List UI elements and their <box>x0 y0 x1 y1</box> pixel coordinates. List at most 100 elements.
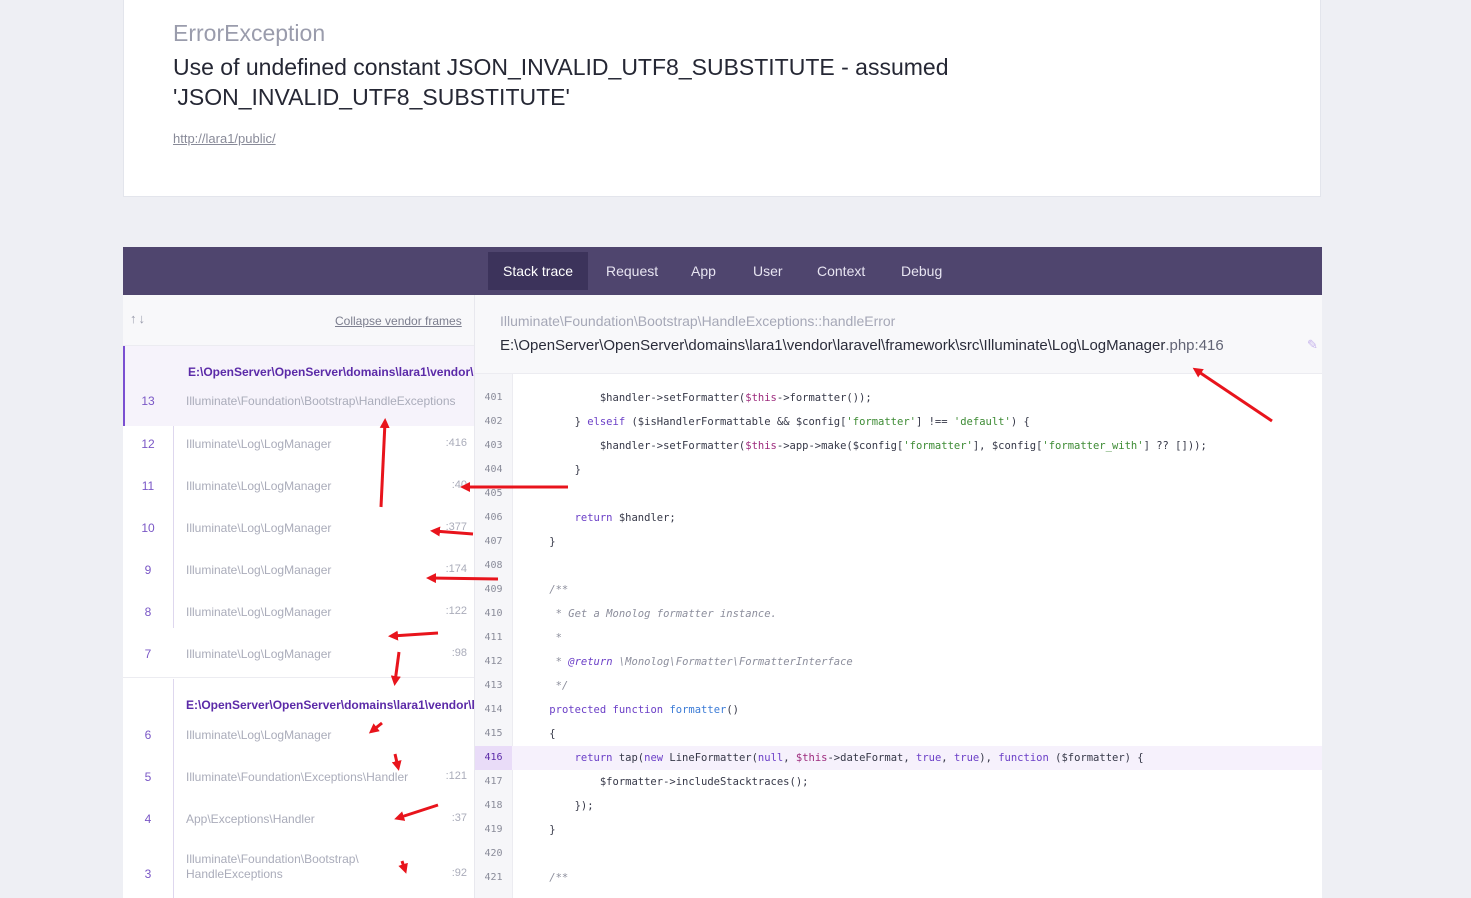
frame-number: 5 <box>144 770 152 784</box>
tab-app[interactable]: App <box>676 252 731 290</box>
line-number: 405 <box>484 488 503 499</box>
code-line: 410 * Get a Monolog formatter instance. <box>475 602 1322 626</box>
code-text: $handler->setFormatter($this->app->make(… <box>524 440 1207 452</box>
frame-group-path: E:\OpenServer\OpenServer\domains\lara1\v… <box>188 365 474 379</box>
tab-stack-trace[interactable]: Stack trace <box>488 252 589 290</box>
code-text: /** <box>524 872 569 884</box>
code-line: 414 protected function formatter() <box>475 698 1322 722</box>
code-text: /** <box>524 584 569 596</box>
tab-user[interactable]: User <box>738 252 798 290</box>
code-line: 421 /** <box>475 866 1322 890</box>
frame-class: Illuminate\Log\LogManager <box>186 521 332 535</box>
code-line: 418 }); <box>475 794 1322 818</box>
line-number: 416 <box>475 746 512 770</box>
line-number: 413 <box>484 680 503 691</box>
code-line: 407 } <box>475 530 1322 554</box>
frame-class-cont: HandleExceptions <box>186 867 283 881</box>
frame-item[interactable]: 11 Illuminate\Log\LogManager :40 <box>123 468 474 510</box>
frame-number: 11 <box>141 479 155 493</box>
frame-number: 4 <box>144 812 152 826</box>
frame-item[interactable]: 12 Illuminate\Log\LogManager :416 <box>123 426 474 468</box>
frame-class: Illuminate\Log\LogManager <box>186 479 332 493</box>
code-line: 401 $handler->setFormatter($this->format… <box>475 386 1322 410</box>
frame-number: 10 <box>141 521 155 535</box>
code-text: } elseif ($isHandlerFormattable && $conf… <box>524 416 1030 428</box>
exception-message: Use of undefined constant JSON_INVALID_U… <box>173 54 949 110</box>
frame-class: Illuminate\Foundation\Bootstrap\ <box>186 852 359 866</box>
frame-class: Illuminate\Foundation\Bootstrap\HandleEx… <box>186 394 456 408</box>
frame-item[interactable]: 9 Illuminate\Log\LogManager :174 <box>123 552 474 594</box>
code-line: 416 return tap(new LineFormatter(null, $… <box>475 746 1322 770</box>
frame-line: :377 <box>445 521 467 533</box>
line-number: 419 <box>484 824 503 835</box>
line-number: 404 <box>484 464 503 475</box>
line-number: 410 <box>484 608 503 619</box>
line-number: 408 <box>484 560 503 571</box>
line-number: 421 <box>484 872 503 883</box>
collapse-vendor-frames-link[interactable]: Collapse vendor frames <box>335 314 462 328</box>
frame-number: 13 <box>141 394 155 408</box>
frame-nav-arrows-icon[interactable]: ↑↓ <box>130 311 147 326</box>
frame-item-selected[interactable]: E:\OpenServer\OpenServer\domains\lara1\v… <box>123 346 474 426</box>
frame-line: :98 <box>451 647 467 659</box>
line-number: 403 <box>484 440 503 451</box>
code-panel: Illuminate\Foundation\Bootstrap\HandleEx… <box>475 295 1322 898</box>
frame-line: :416 <box>445 437 467 449</box>
frame-class: Illuminate\Foundation\Exceptions\Handler <box>186 770 409 784</box>
frame-group-path: E:\OpenServer\OpenServer\domains\lara1\v… <box>186 698 475 712</box>
line-number: 401 <box>484 392 503 403</box>
frame-item[interactable]: 4 App\Exceptions\Handler :37 <box>123 801 474 843</box>
edit-pencil-icon[interactable]: ✎ <box>1307 337 1318 353</box>
stack-trace-card: Stack trace Request App User Context Deb… <box>123 247 1322 898</box>
file-ext-line: .php:416 <box>1165 337 1224 354</box>
frame-item[interactable]: 8 Illuminate\Log\LogManager :122 <box>123 594 474 636</box>
code-line: 405 <box>475 482 1322 506</box>
file-path: E:\OpenServer\OpenServer\domains\lara1\v… <box>500 337 1224 354</box>
line-number: 415 <box>484 728 503 739</box>
line-number: 417 <box>484 776 503 787</box>
code-text: * @return \Monolog\Formatter\FormatterIn… <box>524 656 853 668</box>
code-line: 412 * @return \Monolog\Formatter\Formatt… <box>475 650 1322 674</box>
line-number: 418 <box>484 800 503 811</box>
frame-item[interactable]: 10 Illuminate\Log\LogManager :377 <box>123 510 474 552</box>
code-text: } <box>524 824 556 836</box>
frame-item[interactable]: 3 Illuminate\Foundation\Bootstrap\ Handl… <box>123 843 474 898</box>
line-number: 414 <box>484 704 503 715</box>
frame-line: :122 <box>445 605 467 617</box>
line-number: 406 <box>484 512 503 523</box>
tab-context[interactable]: Context <box>802 252 880 290</box>
tab-request[interactable]: Request <box>591 252 673 290</box>
frames-header: ↑↓ Collapse vendor frames <box>123 295 474 346</box>
frame-line: :40 <box>451 479 467 491</box>
frame-number: 12 <box>141 437 155 451</box>
code-line: 404 } <box>475 458 1322 482</box>
frame-line: :92 <box>451 867 467 879</box>
code-text: protected function formatter() <box>549 704 739 716</box>
tab-debug[interactable]: Debug <box>886 252 957 290</box>
code-line: 402 } elseif ($isHandlerFormattable && $… <box>475 410 1322 434</box>
file-path-text: E:\OpenServer\OpenServer\domains\lara1\v… <box>500 337 1166 354</box>
frame-item[interactable]: 7 Illuminate\Log\LogManager :98 <box>123 636 474 678</box>
code-text: { <box>524 728 556 740</box>
code-text: return tap(new LineFormatter(null, $this… <box>574 752 1144 764</box>
frame-class: Illuminate\Log\LogManager <box>186 605 332 619</box>
code-text: $handler->setFormatter($this->formatter(… <box>524 392 872 404</box>
frame-item[interactable]: 5 Illuminate\Foundation\Exceptions\Handl… <box>123 759 474 801</box>
frame-line: :174 <box>445 563 467 575</box>
tab-bar: Stack trace Request App User Context Deb… <box>123 247 1322 295</box>
code-text: return $handler; <box>574 512 676 524</box>
code-line: 403 $handler->setFormatter($this->app->m… <box>475 434 1322 458</box>
code-text: $formatter->includeStacktraces(); <box>524 776 809 788</box>
code-line: 419 } <box>475 818 1322 842</box>
frame-number: 7 <box>144 647 152 661</box>
frame-class: App\Exceptions\Handler <box>186 812 315 826</box>
frame-item[interactable]: E:\OpenServer\OpenServer\domains\lara1\v… <box>123 679 475 759</box>
request-url-link[interactable]: http://lara1/public/ <box>173 131 276 146</box>
code-text: * Get a Monolog formatter instance. <box>524 608 777 620</box>
code-line: 417 $formatter->includeStacktraces(); <box>475 770 1322 794</box>
frame-number: 3 <box>144 867 152 881</box>
line-number: 412 <box>484 656 503 667</box>
frames-list: ↑↓ Collapse vendor frames E:\OpenServer\… <box>123 295 475 898</box>
code-line: 413 */ <box>475 674 1322 698</box>
code-text: } <box>524 464 581 476</box>
